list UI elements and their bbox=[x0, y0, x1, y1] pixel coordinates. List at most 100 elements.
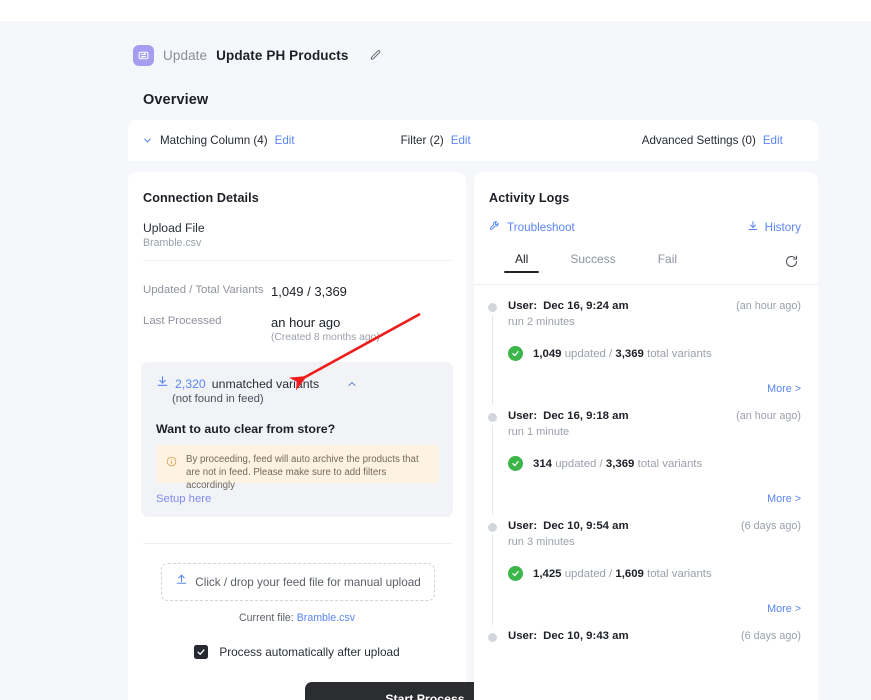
log-user: User: Dec 16, 9:24 am bbox=[508, 300, 629, 312]
last-processed-created: (Created 8 months ago) bbox=[271, 332, 380, 343]
updated-total-variants-value: 1,049 / 3,369 bbox=[271, 284, 347, 299]
log-more-link[interactable]: More > bbox=[508, 603, 801, 615]
setup-here-link[interactable]: Setup here bbox=[156, 493, 211, 505]
activity-logs-title: Activity Logs bbox=[489, 191, 570, 205]
log-updated-count: 1,425 bbox=[533, 567, 562, 580]
log-status-row: 314 updated / 3,369 total variants bbox=[508, 456, 801, 471]
app-screen: Update Update PH Products Overview Match… bbox=[0, 0, 871, 700]
log-user-prefix: User: bbox=[508, 410, 538, 422]
timeline-dot bbox=[488, 413, 497, 422]
check-circle-icon bbox=[508, 566, 523, 581]
log-entry[interactable]: User: Dec 10, 9:54 am (6 days ago) run 3 … bbox=[474, 505, 818, 625]
log-user: User: Dec 10, 9:43 am bbox=[508, 630, 629, 642]
last-processed-label: Last Processed bbox=[143, 315, 222, 327]
timeline-dot bbox=[488, 523, 497, 532]
header-kind-label: Update bbox=[163, 48, 208, 63]
divider bbox=[143, 543, 451, 544]
timeline-line bbox=[492, 535, 493, 625]
current-file-name[interactable]: Bramble.csv bbox=[297, 612, 355, 624]
current-file-prefix: Current file: bbox=[239, 612, 294, 624]
check-circle-icon bbox=[508, 346, 523, 361]
auto-archive-alert: By proceeding, feed will auto archive th… bbox=[156, 445, 439, 491]
log-status-text: 1,049 updated / 3,369 total variants bbox=[533, 348, 712, 360]
log-entry[interactable]: User: Dec 16, 9:18 am (an hour ago) run 1… bbox=[474, 395, 818, 515]
activity-logs-card: Activity Logs Troubleshoot History All S… bbox=[474, 172, 818, 700]
updated-total-variants-row: Updated / Total Variants 1,049 / 3,369 bbox=[143, 284, 347, 299]
check-circle-icon bbox=[508, 456, 523, 471]
activity-logs-list[interactable]: User: Dec 16, 9:24 am (an hour ago) run 2… bbox=[474, 285, 818, 700]
sync-square-icon bbox=[133, 45, 154, 66]
upload-icon bbox=[175, 573, 188, 591]
log-run-duration: run 1 minute bbox=[508, 426, 570, 438]
page-title: Update PH Products bbox=[216, 48, 349, 63]
history-link[interactable]: History bbox=[747, 220, 801, 235]
log-updated-count: 1,049 bbox=[533, 347, 562, 360]
log-timestamp: Dec 16, 9:18 am bbox=[543, 410, 629, 422]
unmatched-header[interactable]: 2,320 unmatched variants bbox=[156, 375, 358, 393]
log-user-prefix: User: bbox=[508, 520, 538, 532]
log-timestamp: Dec 16, 9:24 am bbox=[543, 300, 629, 312]
log-more-link[interactable]: More > bbox=[508, 383, 801, 395]
settings-strip: Matching Column (4) Edit Filter (2) Edit… bbox=[128, 120, 818, 161]
history-label: History bbox=[764, 221, 801, 234]
log-run-duration: run 2 minutes bbox=[508, 316, 575, 328]
log-total-label: total variants bbox=[647, 347, 712, 360]
tab-success[interactable]: Success bbox=[570, 252, 615, 273]
auto-process-checkbox[interactable] bbox=[194, 645, 209, 659]
log-status-row: 1,049 updated / 3,369 total variants bbox=[508, 346, 801, 361]
auto-process-row[interactable]: Process automatically after upload bbox=[128, 645, 466, 659]
refresh-icon[interactable] bbox=[784, 254, 799, 269]
advanced-settings-label: Advanced Settings (0) bbox=[641, 134, 756, 147]
log-user-prefix: User: bbox=[508, 630, 538, 642]
filter-edit-link[interactable]: Edit bbox=[451, 134, 471, 147]
log-more-link[interactable]: More > bbox=[508, 493, 801, 505]
timeline-dot bbox=[488, 303, 497, 312]
chevron-up-icon[interactable] bbox=[345, 378, 358, 391]
log-run-duration: run 3 minutes bbox=[508, 536, 575, 548]
log-status-text: 314 updated / 3,369 total variants bbox=[533, 458, 702, 470]
settings-advanced[interactable]: Advanced Settings (0) Edit bbox=[642, 134, 783, 147]
log-relative-time: (6 days ago) bbox=[740, 630, 801, 642]
last-processed-value: an hour ago bbox=[271, 315, 341, 330]
unmatched-label: unmatched variants bbox=[211, 377, 320, 391]
file-dropzone[interactable]: Click / drop your feed file for manual u… bbox=[161, 563, 435, 601]
chevron-down-icon[interactable] bbox=[142, 135, 153, 146]
matching-column-edit-link[interactable]: Edit bbox=[275, 134, 295, 147]
log-updated-label: updated / bbox=[564, 567, 613, 580]
settings-matching-column[interactable]: Matching Column (4) Edit bbox=[142, 134, 295, 147]
unmatched-variants-panel: 2,320 unmatched variants (not found in f… bbox=[141, 362, 453, 517]
download-icon[interactable] bbox=[156, 375, 169, 393]
log-timestamp: Dec 10, 9:43 am bbox=[543, 630, 629, 642]
timeline-line bbox=[492, 315, 493, 405]
timeline-dot bbox=[488, 633, 497, 642]
overview-heading: Overview bbox=[143, 92, 209, 108]
log-relative-time: (an hour ago) bbox=[736, 410, 801, 422]
log-timestamp: Dec 10, 9:54 am bbox=[543, 520, 629, 532]
dropzone-label: Click / drop your feed file for manual u… bbox=[195, 575, 421, 589]
activity-logs-tabs: All Success Fail bbox=[489, 252, 803, 282]
pencil-icon[interactable] bbox=[367, 48, 383, 64]
log-relative-time: (an hour ago) bbox=[736, 300, 801, 312]
log-total-count: 3,369 bbox=[605, 457, 635, 470]
last-processed-row: Last Processed an hour ago (Created 8 mo… bbox=[143, 315, 380, 343]
unmatched-sublabel: (not found in feed) bbox=[172, 393, 264, 405]
settings-filter[interactable]: Filter (2) Edit bbox=[401, 134, 471, 147]
log-entry[interactable]: User: Dec 16, 9:24 am (an hour ago) run 2… bbox=[474, 285, 818, 405]
connection-details-title: Connection Details bbox=[143, 191, 259, 205]
log-relative-time: (6 days ago) bbox=[740, 520, 801, 532]
upload-file-label: Upload File bbox=[143, 221, 205, 235]
log-total-count: 1,609 bbox=[615, 567, 644, 580]
log-entry[interactable]: User: Dec 10, 9:43 am (6 days ago) bbox=[474, 615, 818, 642]
download-icon bbox=[747, 220, 759, 235]
divider bbox=[143, 260, 451, 261]
log-updated-label: updated / bbox=[555, 457, 603, 470]
info-circle-icon bbox=[166, 454, 177, 472]
upload-file-name: Bramble.csv bbox=[143, 237, 202, 249]
log-status-text: 1,425 updated / 1,609 total variants bbox=[533, 568, 712, 580]
tab-fail[interactable]: Fail bbox=[658, 252, 677, 273]
troubleshoot-link[interactable]: Troubleshoot bbox=[489, 220, 575, 235]
tab-all[interactable]: All bbox=[503, 252, 540, 273]
auto-clear-question: Want to auto clear from store? bbox=[156, 422, 336, 436]
log-user: User: Dec 16, 9:18 am bbox=[508, 410, 629, 422]
advanced-settings-edit-link[interactable]: Edit bbox=[763, 134, 783, 147]
